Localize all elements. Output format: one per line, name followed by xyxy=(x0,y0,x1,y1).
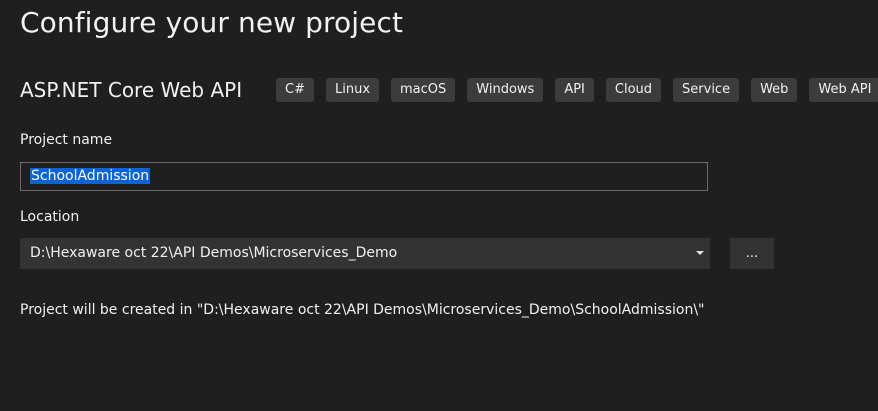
project-name-input[interactable]: SchoolAdmission xyxy=(20,162,708,191)
chevron-down-icon[interactable] xyxy=(696,251,704,255)
tag-windows: Windows xyxy=(467,78,544,102)
project-name-value: SchoolAdmission xyxy=(30,168,151,184)
tag-cloud: Cloud xyxy=(605,78,662,102)
location-label: Location xyxy=(20,209,80,225)
project-name-label: Project name xyxy=(20,132,113,148)
tag-api: API xyxy=(555,78,594,102)
project-path-info: Project will be created in "D:\Hexaware … xyxy=(20,302,705,318)
tag-service: Service xyxy=(673,78,740,102)
location-value: D:\Hexaware oct 22\API Demos\Microservic… xyxy=(30,245,398,261)
tag-linux: Linux xyxy=(325,78,380,102)
tag-csharp: C# xyxy=(276,78,314,102)
tag-web: Web xyxy=(751,78,798,102)
tag-macos: macOS xyxy=(391,78,456,102)
configure-project-page: Configure your new project ASP.NET Core … xyxy=(0,0,878,411)
page-title: Configure your new project xyxy=(20,6,404,39)
tag-web-api: Web API xyxy=(809,78,878,102)
template-tags: C# Linux macOS Windows API Cloud Service… xyxy=(276,78,878,102)
browse-button[interactable]: ... xyxy=(730,238,774,269)
template-name: ASP.NET Core Web API xyxy=(20,78,243,102)
location-select[interactable]: D:\Hexaware oct 22\API Demos\Microservic… xyxy=(20,238,710,269)
